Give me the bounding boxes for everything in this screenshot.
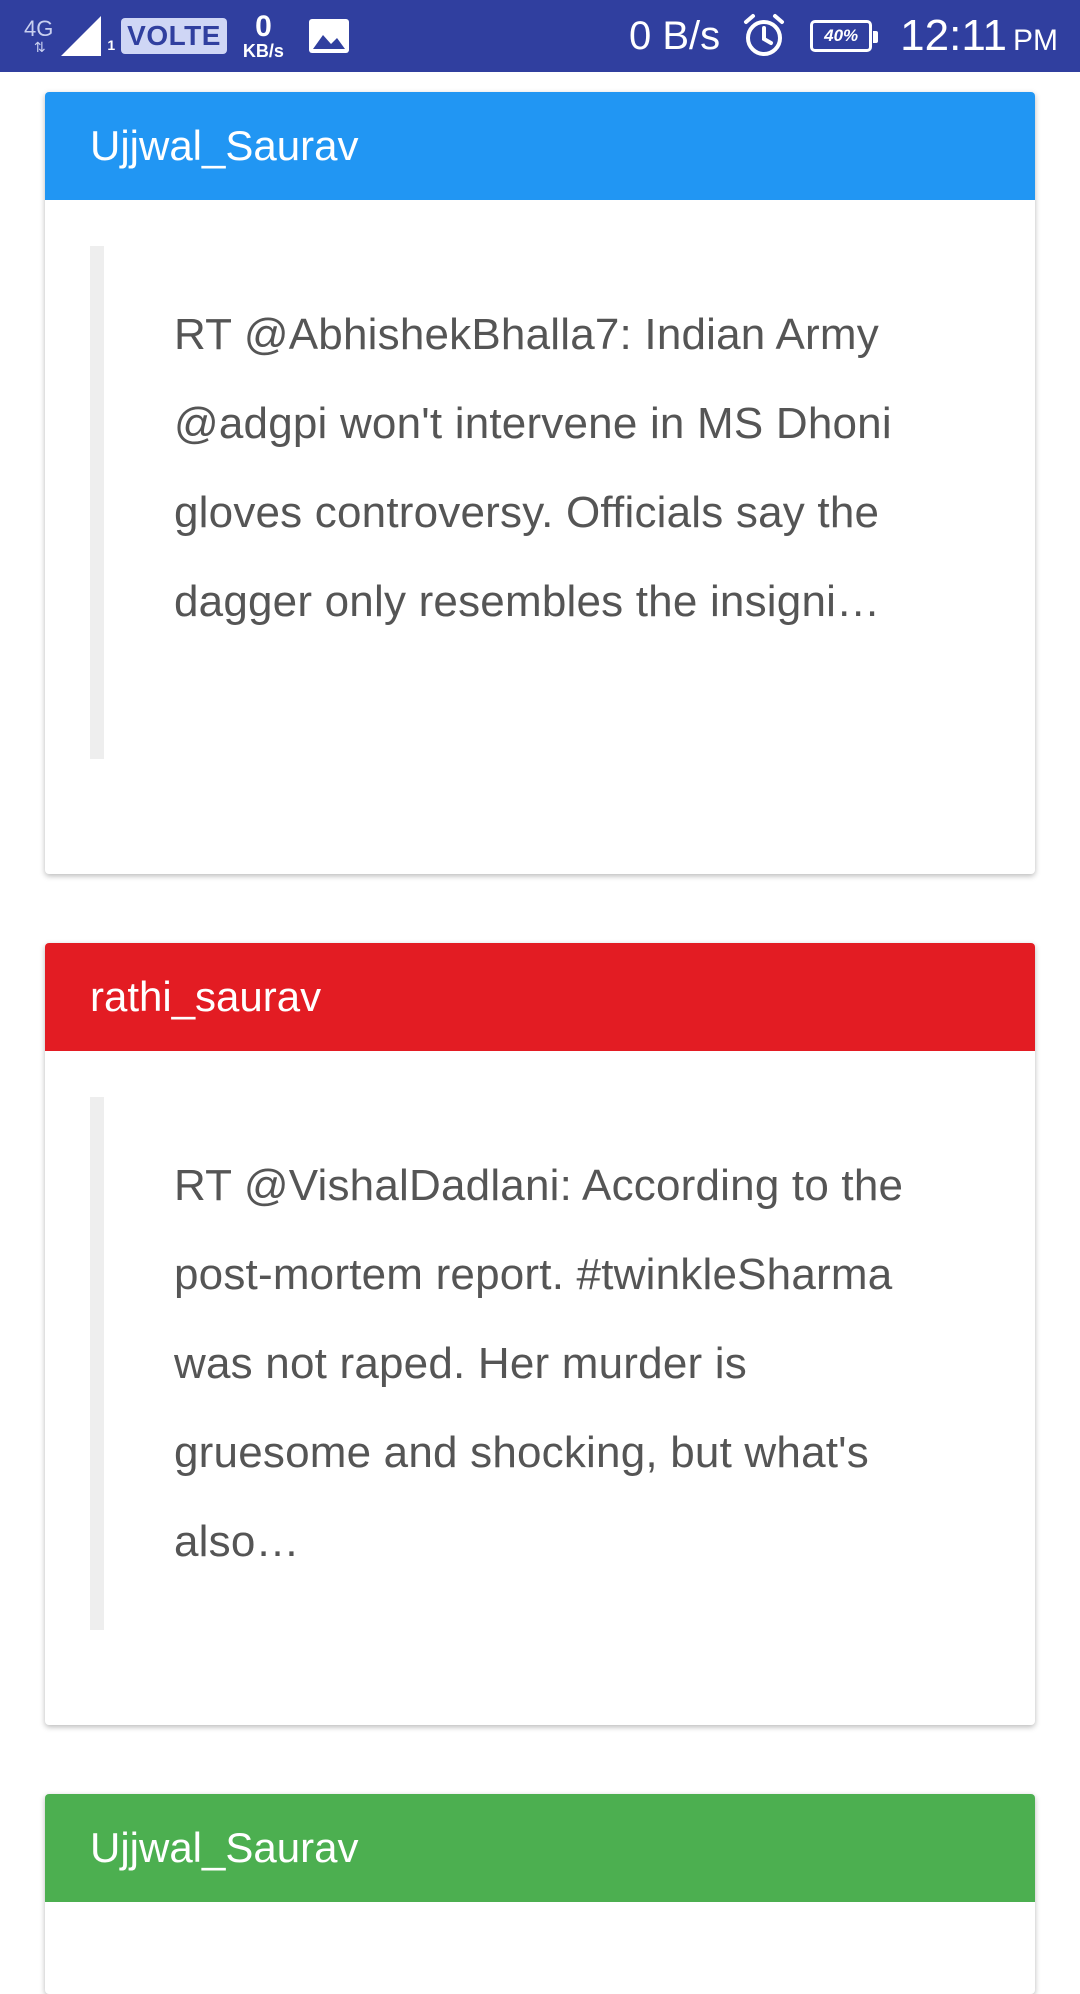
card-body: RT @VishalDadlani: According to the post… bbox=[45, 1051, 1035, 1630]
tweet-card[interactable]: rathi_saurav RT @VishalDadlani: Accordin… bbox=[45, 943, 1035, 1725]
network-speed: 0 KB/s bbox=[242, 10, 284, 61]
data-rate: 0 B/s bbox=[629, 13, 721, 58]
alarm-icon bbox=[744, 14, 785, 56]
sim-slot: 1 bbox=[107, 37, 116, 53]
signal-icon bbox=[61, 16, 102, 56]
card-username: rathi_saurav bbox=[90, 973, 322, 1020]
card-header: Ujjwal_Saurav bbox=[45, 92, 1035, 200]
card-header: rathi_saurav bbox=[45, 943, 1035, 1051]
tweet-quote: RT @AbhishekBhalla7: Indian Army @adgpi … bbox=[90, 246, 990, 759]
card-header: Ujjwal_Saurav bbox=[45, 1794, 1035, 1902]
tweet-text: RT @VishalDadlani: According to the post… bbox=[174, 1161, 904, 1566]
volte-badge: VOLTE bbox=[121, 18, 227, 54]
battery-level: 40% bbox=[824, 26, 859, 45]
clock-ampm: PM bbox=[1013, 24, 1058, 57]
status-bar: 4G ⇅ 1 VOLTE 0 KB/s 0 B/s 40% 12:11 PM bbox=[0, 0, 1080, 72]
network-indicator: 4G ⇅ bbox=[24, 16, 54, 55]
data-arrows-icon: ⇅ bbox=[33, 39, 46, 55]
clock: 12:11 PM bbox=[900, 11, 1058, 61]
status-bar-right: 0 B/s 40% 12:11 PM bbox=[629, 11, 1058, 61]
gallery-icon bbox=[308, 19, 349, 53]
tweet-card[interactable]: Ujjwal_Saurav RT @AbhishekBhalla7: India… bbox=[45, 92, 1035, 874]
tweet-card[interactable]: Ujjwal_Saurav bbox=[45, 1794, 1035, 1994]
battery-icon: 40% bbox=[810, 20, 879, 52]
card-body: RT @AbhishekBhalla7: Indian Army @adgpi … bbox=[45, 200, 1035, 759]
card-username: Ujjwal_Saurav bbox=[90, 122, 359, 169]
tweet-text: RT @AbhishekBhalla7: Indian Army @adgpi … bbox=[174, 310, 892, 626]
status-bar-left: 4G ⇅ 1 VOLTE 0 KB/s bbox=[24, 12, 350, 60]
network-speed-unit: KB/s bbox=[242, 41, 284, 61]
network-type: 4G bbox=[24, 16, 54, 41]
card-username: Ujjwal_Saurav bbox=[90, 1824, 359, 1871]
tweet-quote: RT @VishalDadlani: According to the post… bbox=[90, 1097, 990, 1630]
network-speed-value: 0 bbox=[255, 10, 272, 43]
clock-time: 12:11 bbox=[900, 11, 1007, 60]
